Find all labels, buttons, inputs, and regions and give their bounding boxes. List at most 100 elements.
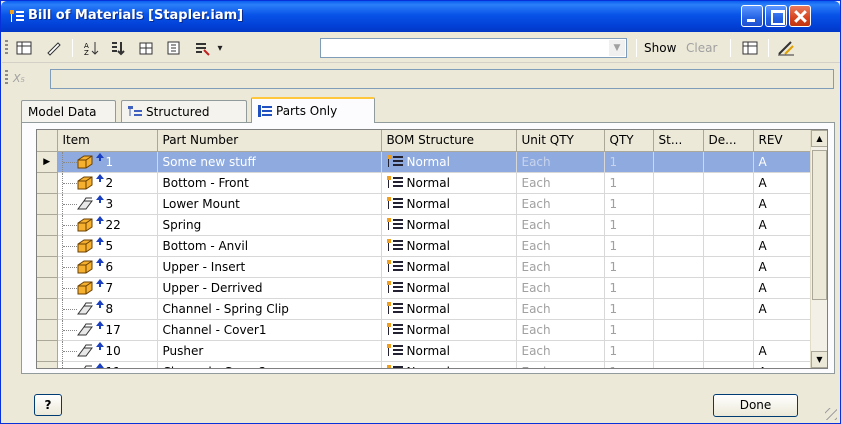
- export-icon[interactable]: [164, 38, 184, 58]
- stock-cell[interactable]: [653, 277, 704, 299]
- description-cell[interactable]: [703, 277, 754, 299]
- rev-cell[interactable]: A: [753, 151, 811, 173]
- row-selector[interactable]: [37, 277, 58, 299]
- row-selector[interactable]: [37, 214, 58, 236]
- row-selector[interactable]: [37, 235, 58, 257]
- column-header-bom-structure[interactable]: BOM Structure: [381, 130, 517, 152]
- qty-cell[interactable]: 1: [604, 256, 654, 278]
- bom-structure-cell[interactable]: Normal: [381, 361, 517, 368]
- qty-cell[interactable]: 1: [604, 193, 654, 215]
- part-number-cell[interactable]: Pusher: [157, 340, 382, 362]
- unit-qty-cell[interactable]: Each: [516, 172, 605, 194]
- description-cell[interactable]: [703, 193, 754, 215]
- table-row[interactable]: 7 Upper - Derrived Normal Each 1 A: [37, 277, 811, 299]
- bom-structure-cell[interactable]: Normal: [381, 319, 517, 341]
- rev-cell[interactable]: A: [753, 277, 811, 299]
- unit-qty-cell[interactable]: Each: [516, 193, 605, 215]
- rev-cell[interactable]: A: [753, 214, 811, 236]
- row-selector[interactable]: [37, 340, 58, 362]
- item-cell[interactable]: 1: [57, 151, 158, 173]
- bom-structure-cell[interactable]: Normal: [381, 214, 517, 236]
- item-cell[interactable]: 8: [57, 298, 158, 320]
- bom-structure-cell[interactable]: Normal: [381, 340, 517, 362]
- toolbar-grip[interactable]: [5, 40, 8, 56]
- tab-model-data[interactable]: Model Data: [21, 100, 116, 122]
- item-cell[interactable]: 5: [57, 235, 158, 257]
- item-cell[interactable]: 22: [57, 214, 158, 236]
- description-cell[interactable]: [703, 361, 754, 368]
- rev-cell[interactable]: A: [753, 298, 811, 320]
- scroll-down-icon[interactable]: ▼: [811, 351, 827, 368]
- table-row[interactable]: 5 Bottom - Anvil Normal Each 1 A: [37, 235, 811, 257]
- stock-cell[interactable]: [653, 235, 704, 257]
- bom-structure-cell[interactable]: Normal: [381, 256, 517, 278]
- show-button[interactable]: Show: [644, 41, 676, 55]
- part-number-cell[interactable]: Some new stuff: [157, 151, 382, 173]
- part-number-cell[interactable]: Channel - Spring Clip: [157, 298, 382, 320]
- part-number-cell[interactable]: Bottom - Front: [157, 172, 382, 194]
- columns-icon[interactable]: [740, 38, 760, 58]
- table-row[interactable]: ▶ 1 Some new stuff Normal Each 1 A: [37, 151, 811, 173]
- part-number-cell[interactable]: Bottom - Anvil: [157, 235, 382, 257]
- stock-cell[interactable]: [653, 256, 704, 278]
- column-header-part-number[interactable]: Part Number: [157, 130, 382, 152]
- rev-cell[interactable]: A: [753, 340, 811, 362]
- insert-icon[interactable]: [136, 38, 156, 58]
- qty-cell[interactable]: 1: [604, 235, 654, 257]
- scroll-thumb[interactable]: [812, 150, 827, 300]
- sort-icon[interactable]: AZ: [82, 38, 102, 58]
- item-cell[interactable]: 3: [57, 193, 158, 215]
- part-number-cell[interactable]: Channel - Cover1: [157, 319, 382, 341]
- item-cell[interactable]: 11: [57, 361, 158, 368]
- qty-cell[interactable]: 1: [604, 151, 654, 173]
- stock-cell[interactable]: [653, 298, 704, 320]
- unit-qty-cell[interactable]: Each: [516, 151, 605, 173]
- table-row[interactable]: 2 Bottom - Front Normal Each 1 A: [37, 172, 811, 194]
- bom-structure-cell[interactable]: Normal: [381, 151, 517, 173]
- description-cell[interactable]: [703, 256, 754, 278]
- description-cell[interactable]: [703, 340, 754, 362]
- unit-qty-cell[interactable]: Each: [516, 235, 605, 257]
- stock-cell[interactable]: [653, 361, 704, 368]
- stock-cell[interactable]: [653, 172, 704, 194]
- bom-view-icon[interactable]: [14, 38, 34, 58]
- qty-cell[interactable]: 1: [604, 214, 654, 236]
- qty-cell[interactable]: 1: [604, 277, 654, 299]
- unit-qty-cell[interactable]: Each: [516, 214, 605, 236]
- item-cell[interactable]: 17: [57, 319, 158, 341]
- vertical-scrollbar[interactable]: ▲ ▼: [810, 130, 827, 368]
- settings-dropdown-icon[interactable]: ▾: [214, 38, 226, 58]
- rev-cell[interactable]: A: [753, 256, 811, 278]
- table-row[interactable]: 17 Channel - Cover1 Normal Each 1: [37, 319, 811, 341]
- rev-cell[interactable]: A: [753, 193, 811, 215]
- filter-icon[interactable]: [108, 38, 128, 58]
- scroll-up-icon[interactable]: ▲: [811, 130, 827, 147]
- table-row[interactable]: 11 Channel - Cover2 Normal Each1 A: [37, 361, 811, 368]
- part-number-cell[interactable]: Upper - Derrived: [157, 277, 382, 299]
- close-button[interactable]: [789, 5, 811, 27]
- item-cell[interactable]: 10: [57, 340, 158, 362]
- rev-cell[interactable]: A: [753, 235, 811, 257]
- rev-cell[interactable]: [753, 319, 811, 341]
- stock-cell[interactable]: [653, 151, 704, 173]
- description-cell[interactable]: [703, 298, 754, 320]
- column-header-unit-qty[interactable]: Unit QTY: [516, 130, 605, 152]
- bom-structure-cell[interactable]: Normal: [381, 277, 517, 299]
- row-selector[interactable]: [37, 319, 58, 341]
- column-header-rev[interactable]: REV: [753, 130, 811, 152]
- row-selector[interactable]: [37, 256, 58, 278]
- row-selector[interactable]: ▶: [37, 151, 58, 173]
- edit-icon[interactable]: [44, 38, 64, 58]
- row-selector[interactable]: [37, 298, 58, 320]
- table-row[interactable]: 22 Spring Normal Each 1 A: [37, 214, 811, 236]
- description-cell[interactable]: [703, 235, 754, 257]
- stock-cell[interactable]: [653, 214, 704, 236]
- unit-qty-cell[interactable]: Each: [516, 361, 605, 368]
- customize-icon[interactable]: [776, 38, 796, 58]
- qty-cell[interactable]: 1: [604, 319, 654, 341]
- maximize-button[interactable]: [765, 5, 787, 27]
- rev-cell[interactable]: A: [753, 172, 811, 194]
- view-combo[interactable]: ▼: [320, 38, 627, 58]
- part-number-cell[interactable]: Spring: [157, 214, 382, 236]
- formula-input[interactable]: [50, 69, 834, 89]
